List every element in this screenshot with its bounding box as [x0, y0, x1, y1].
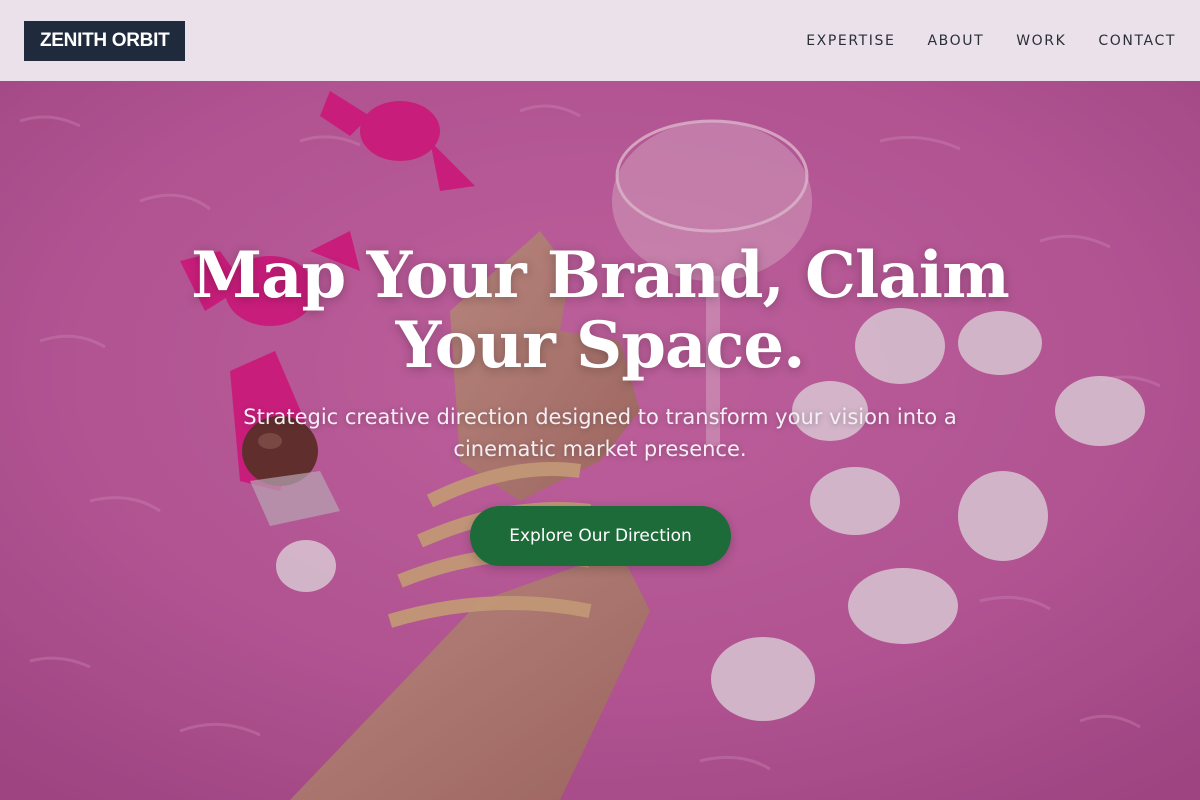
hero-title-line-1: Map Your Brand, Claim	[191, 238, 1010, 313]
hero-section: Map Your Brand, Claim Your Space. Strate…	[0, 81, 1200, 800]
nav-link-expertise[interactable]: EXPERTISE	[806, 33, 895, 49]
brand-logo[interactable]: ZENITH ORBIT	[24, 20, 186, 61]
hero-subtitle: Strategic creative direction designed to…	[200, 401, 1000, 465]
nav-link-work[interactable]: WORK	[1016, 33, 1066, 49]
hero-subtitle-line-2: cinematic market presence.	[453, 437, 747, 461]
main-nav: EXPERTISE ABOUT WORK CONTACT	[806, 33, 1176, 49]
hero-subtitle-line-1: Strategic creative direction designed to…	[243, 405, 957, 429]
site-header: ZENITH ORBIT EXPERTISE ABOUT WORK CONTAC…	[0, 0, 1200, 81]
hero-title-line-2: Your Space.	[395, 308, 806, 383]
nav-link-about[interactable]: ABOUT	[927, 33, 984, 49]
hero-title: Map Your Brand, Claim Your Space.	[100, 241, 1100, 381]
explore-direction-button[interactable]: Explore Our Direction	[470, 506, 731, 566]
nav-link-contact[interactable]: CONTACT	[1098, 33, 1176, 49]
